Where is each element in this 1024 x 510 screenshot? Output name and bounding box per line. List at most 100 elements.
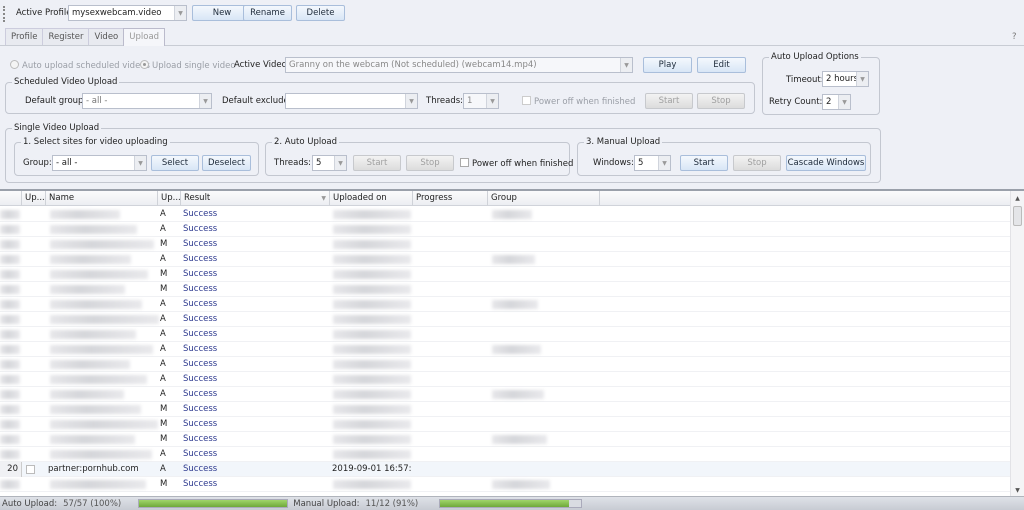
vertical-scrollbar[interactable]: ▲ ▼ <box>1010 191 1024 496</box>
scroll-up-icon[interactable]: ▲ <box>1011 195 1024 202</box>
table-row[interactable]: M Success <box>0 282 1010 297</box>
manual-upload-title: 3. Manual Upload <box>584 137 663 147</box>
play-button[interactable]: Play <box>643 57 692 73</box>
table-row[interactable]: A Success <box>0 312 1010 327</box>
select-button[interactable]: Select <box>151 155 199 171</box>
table-row[interactable]: A Success <box>0 327 1010 342</box>
column-header-progress[interactable]: Progress <box>413 191 488 206</box>
chevron-down-icon: ▼ <box>486 94 498 108</box>
table-row[interactable]: M Success <box>0 402 1010 417</box>
default-exclude-label: Default exclude: <box>222 96 292 106</box>
deselect-button[interactable]: Deselect <box>202 155 251 171</box>
active-video-select[interactable]: Granny on the webcam (Not scheduled) (we… <box>285 57 633 73</box>
auto-threads-select[interactable]: 5 ▼ <box>312 155 347 171</box>
scheduled-threads-label: Threads: <box>426 96 464 106</box>
column-header-result[interactable]: Result ▼ <box>181 191 330 206</box>
checkbox-icon <box>522 96 531 105</box>
result-status: Success <box>183 239 218 249</box>
chevron-down-icon: ▼ <box>174 6 186 20</box>
scheduled-threads-value: 1 <box>467 96 473 106</box>
table-row[interactable]: A Success <box>0 372 1010 387</box>
column-header-group[interactable]: Group <box>488 191 600 206</box>
table-row[interactable]: 20 partner:pornhub.com 2019-09-01 16:57:03… <box>0 462 1010 477</box>
site-name-redacted <box>50 225 137 234</box>
windows-label: Windows: <box>593 158 634 168</box>
scheduled-threads-select[interactable]: 1 ▼ <box>463 93 499 109</box>
result-status: Success <box>183 359 218 369</box>
table-row[interactable]: A Success <box>0 207 1010 222</box>
auto-start-button[interactable]: Start <box>353 155 401 171</box>
group-label: Group: <box>23 158 52 168</box>
site-name-redacted <box>50 210 120 219</box>
manual-upload-status-label: Manual Upload: <box>293 498 360 509</box>
chevron-down-icon: ▼ <box>856 72 868 86</box>
result-status: Success <box>183 284 218 294</box>
grid-header: Up... Name Up... Result ▼ Uploaded on Pr… <box>0 191 1010 206</box>
row-number-redacted <box>0 420 20 429</box>
edit-button[interactable]: Edit <box>697 57 746 73</box>
table-row[interactable]: A Success <box>0 357 1010 372</box>
uploaded-on-redacted <box>333 450 411 459</box>
site-name-redacted <box>50 345 153 354</box>
retry-count-select[interactable]: 2 ▼ <box>822 94 851 110</box>
timeout-select[interactable]: 2 hours ▼ <box>822 71 869 87</box>
table-row[interactable]: M Success <box>0 267 1010 282</box>
default-group-select[interactable]: - all - ▼ <box>82 93 212 109</box>
site-name-redacted <box>50 300 142 309</box>
result-status: Success <box>183 434 218 444</box>
tab-upload[interactable]: Upload <box>123 28 166 46</box>
column-header-uploaded-on[interactable]: Uploaded on <box>330 191 413 206</box>
radio-selected-icon <box>140 60 149 69</box>
result-status: Success <box>183 224 218 234</box>
table-row[interactable]: A Success <box>0 447 1010 462</box>
row-number-redacted <box>0 450 20 459</box>
site-name-redacted <box>50 375 147 384</box>
table-row[interactable]: A Success <box>0 252 1010 267</box>
scheduled-start-button[interactable]: Start <box>645 93 693 109</box>
default-exclude-select[interactable]: ▼ <box>285 93 418 109</box>
cascade-windows-button[interactable]: Cascade Windows <box>786 155 866 171</box>
active-profile-select[interactable]: mysexwebcam.video ▼ <box>68 5 187 21</box>
single-video-radio[interactable]: Upload single video <box>140 60 236 71</box>
table-row[interactable]: M Success <box>0 417 1010 432</box>
uploaded-on-redacted <box>333 210 411 219</box>
tab-video[interactable]: Video <box>88 28 125 45</box>
table-row[interactable]: A Success <box>0 342 1010 357</box>
manual-stop-button[interactable]: Stop <box>733 155 781 171</box>
rename-profile-button[interactable]: Rename <box>243 5 292 21</box>
column-header-type[interactable]: Up... <box>158 191 181 206</box>
timeout-value: 2 hours <box>826 74 859 84</box>
uploaded-on: 2019-09-01 16:57:03 <box>332 464 412 474</box>
delete-profile-button[interactable]: Delete <box>296 5 345 21</box>
result-status: Success <box>183 449 218 459</box>
table-row[interactable]: M Success <box>0 237 1010 252</box>
auto-stop-button[interactable]: Stop <box>406 155 454 171</box>
table-row[interactable]: A Success <box>0 387 1010 402</box>
column-header-upload[interactable]: Up... <box>22 191 46 206</box>
tab-register[interactable]: Register <box>42 28 90 45</box>
scheduled-power-off-checkbox[interactable]: Power off when finished <box>522 96 635 107</box>
scroll-down-icon[interactable]: ▼ <box>1011 487 1024 494</box>
manual-start-button[interactable]: Start <box>680 155 728 171</box>
uploaded-on-redacted <box>333 390 411 399</box>
column-header-name[interactable]: Name <box>46 191 158 206</box>
row-number-redacted <box>0 390 20 399</box>
toolbar-grip[interactable] <box>3 6 5 22</box>
tab-profile[interactable]: Profile <box>5 28 44 45</box>
row-checkbox[interactable] <box>26 465 35 474</box>
uploaded-on-redacted <box>333 345 411 354</box>
upload-type: A <box>160 329 166 339</box>
table-row[interactable]: M Success <box>0 477 1010 492</box>
table-row[interactable]: A Success <box>0 222 1010 237</box>
table-row[interactable]: M Success <box>0 432 1010 447</box>
table-row[interactable]: A Success <box>0 297 1010 312</box>
scrollbar-thumb[interactable] <box>1013 206 1022 226</box>
group-redacted <box>492 480 550 489</box>
scheduled-stop-button[interactable]: Stop <box>697 93 745 109</box>
help-icon[interactable]: ? <box>1012 32 1017 42</box>
windows-select[interactable]: 5 ▼ <box>634 155 671 171</box>
group-select[interactable]: - all - ▼ <box>52 155 147 171</box>
auto-scheduled-radio[interactable]: Auto upload scheduled videos <box>10 60 150 71</box>
result-status: Success <box>183 479 218 489</box>
auto-power-off-checkbox[interactable]: Power off when finished <box>460 158 573 169</box>
